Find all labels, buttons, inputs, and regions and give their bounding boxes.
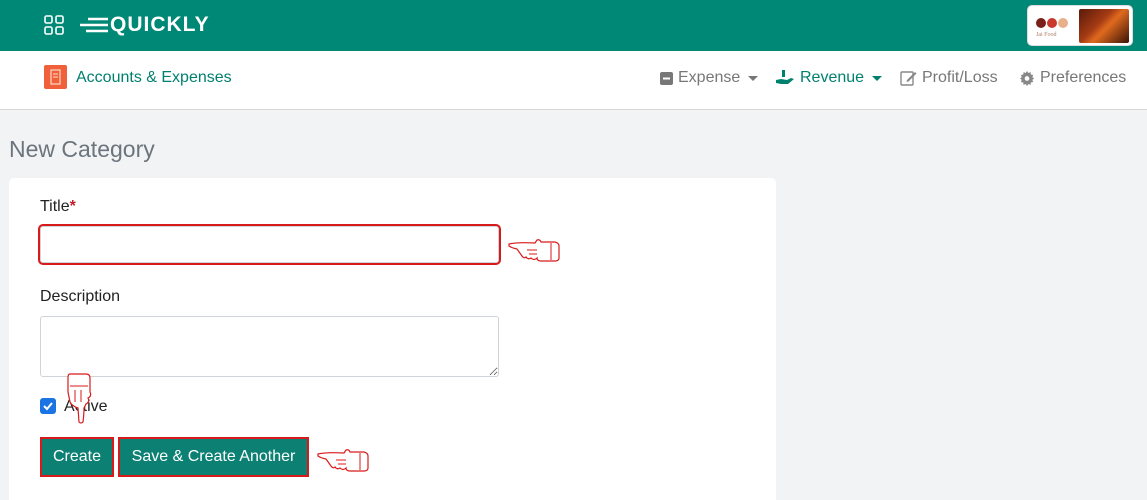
nav-revenue-label: Revenue — [800, 69, 865, 86]
pointing-hand-icon — [508, 239, 560, 262]
edit-icon — [900, 71, 917, 86]
check-icon — [43, 402, 53, 411]
nav-expense[interactable]: Expense — [660, 69, 759, 87]
pointing-down-hand-icon — [67, 373, 92, 424]
nav-preferences-label: Preferences — [1040, 69, 1127, 86]
module-nav: Accounts & Expenses Expense Revenue Prof… — [0, 51, 1147, 110]
module-title[interactable]: Accounts & Expenses — [76, 69, 232, 87]
brand-mark-icon — [1036, 18, 1068, 28]
title-label: Title* — [40, 198, 76, 216]
minus-square-icon — [660, 71, 673, 85]
nav-revenue[interactable]: Revenue — [776, 69, 883, 87]
chevron-down-icon — [872, 75, 883, 81]
required-mark: * — [69, 198, 76, 215]
logo-text: QUICKLY — [110, 13, 210, 36]
active-checkbox[interactable] — [40, 398, 56, 414]
module-icon — [44, 65, 67, 89]
pointing-hand-icon — [317, 449, 369, 472]
nav-profit-loss[interactable]: Profit/Loss — [900, 69, 998, 87]
speed-lines-icon — [80, 17, 108, 33]
title-label-text: Title — [40, 198, 70, 215]
chevron-down-icon — [748, 75, 759, 81]
brand-photo — [1079, 9, 1129, 43]
title-input[interactable] — [38, 224, 501, 265]
page-title: New Category — [9, 136, 155, 162]
top-bar: QUICKLY Jai Food — [0, 0, 1147, 51]
apps-grid-icon[interactable] — [44, 15, 64, 35]
description-label: Description — [40, 288, 121, 305]
create-button[interactable]: Create — [42, 439, 112, 475]
nav-preferences[interactable]: Preferences — [1020, 69, 1126, 87]
brand-logo[interactable]: Jai Food — [1027, 5, 1133, 46]
hand-money-icon — [776, 70, 794, 84]
nav-expense-label: Expense — [678, 69, 741, 86]
app-logo[interactable]: QUICKLY — [78, 10, 210, 40]
save-create-another-button[interactable]: Save & Create Another — [120, 439, 307, 475]
description-textarea[interactable] — [40, 316, 499, 377]
brand-tagline: Jai Food — [1036, 32, 1057, 38]
nav-profit-loss-label: Profit/Loss — [922, 69, 998, 86]
gear-icon — [1020, 70, 1035, 86]
